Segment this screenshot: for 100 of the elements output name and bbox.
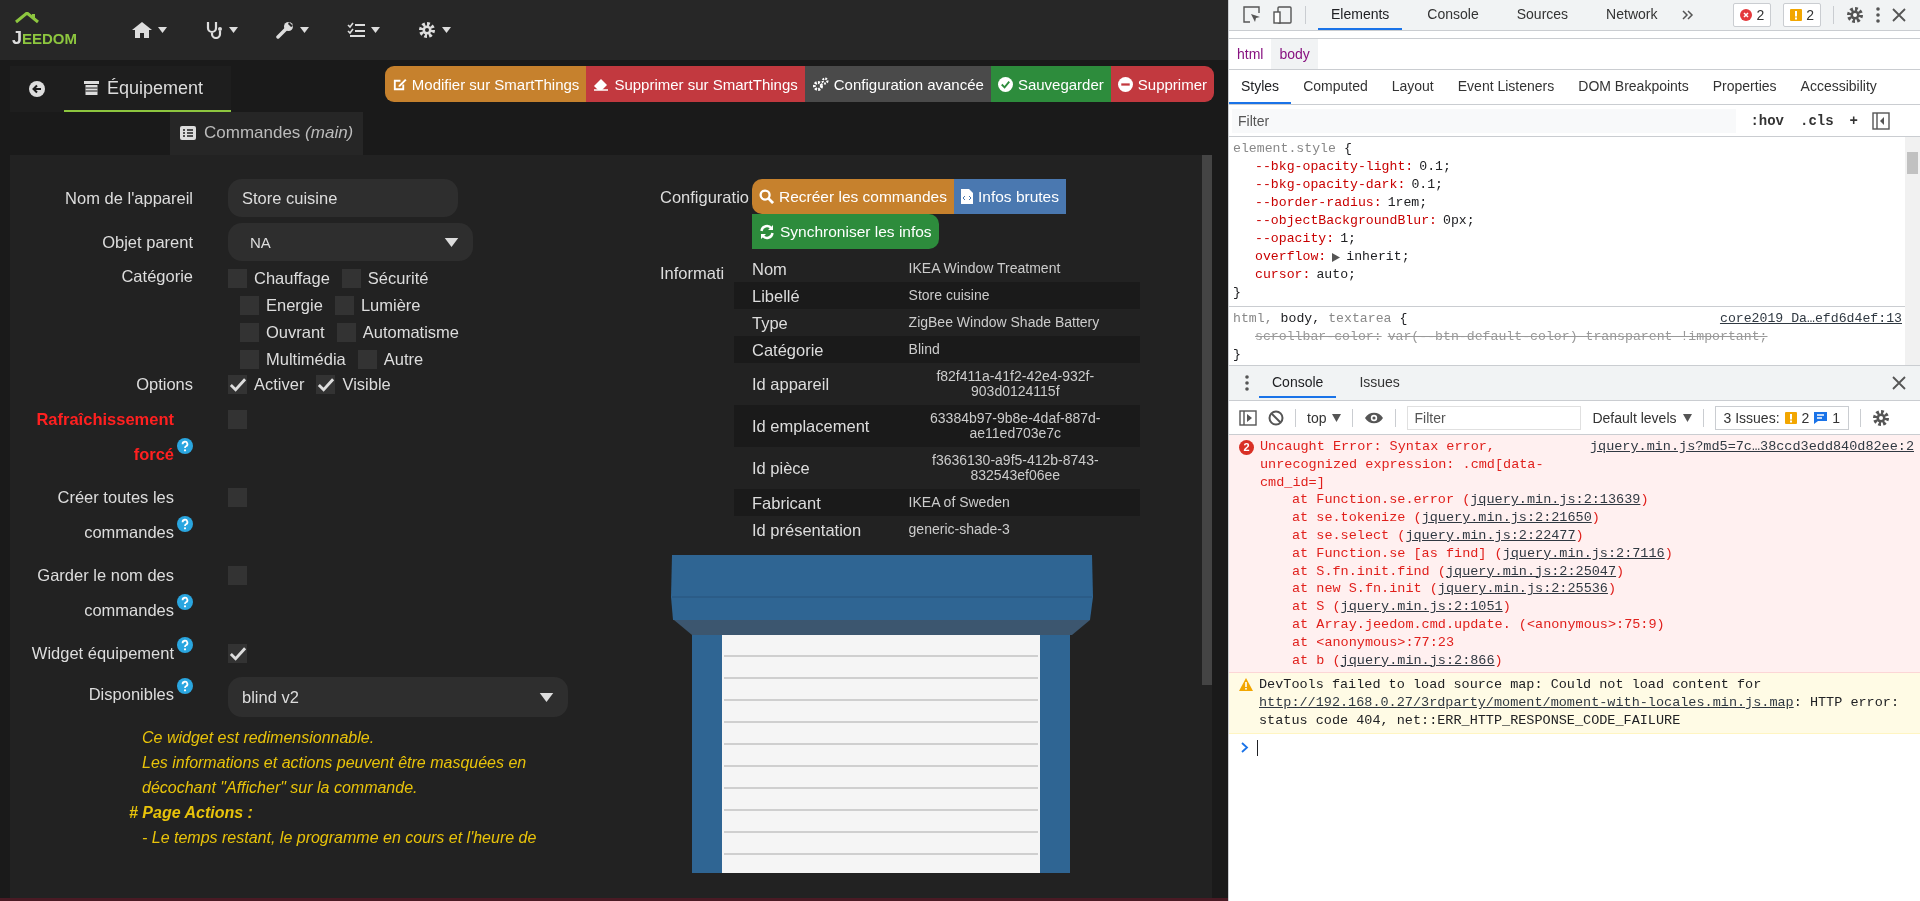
more-options-icon[interactable]	[1876, 7, 1880, 23]
source-link[interactable]: jquery.min.js:2:25047	[1445, 563, 1617, 579]
action-button[interactable]: Sauvegarder	[990, 66, 1111, 102]
caret-icon	[229, 27, 238, 33]
close-icon[interactable]	[1892, 8, 1906, 22]
stack-frame: at new S.fn.init (jquery.min.js:2:25536)	[1260, 580, 1914, 599]
back-button[interactable]	[10, 66, 64, 112]
css-value: 1rem;	[1387, 194, 1428, 212]
field-label: Garder le nom des commandes	[36, 565, 174, 621]
scrollbar[interactable]	[1202, 155, 1212, 685]
dropdown[interactable]: NA	[228, 223, 473, 261]
source-link[interactable]: jquery.min.js:2:866	[1340, 652, 1495, 668]
action-button[interactable]: Infos brutes	[954, 179, 1066, 214]
toolbar-button[interactable]: .cls	[1798, 112, 1836, 129]
filter-field[interactable]: Filter	[1407, 405, 1582, 430]
css-selector: {	[1343, 140, 1352, 158]
inspect-icon[interactable]	[1243, 6, 1261, 24]
scrollbar[interactable]	[1905, 137, 1920, 365]
table-cell: Nom	[734, 255, 891, 282]
action-button[interactable]: Synchroniser les infos	[752, 214, 939, 249]
checkbox-label: Multimédia	[266, 350, 346, 369]
source-link[interactable]: jquery.min.js:2:21650	[1421, 510, 1592, 526]
checkbox[interactable]	[316, 375, 336, 394]
drawer-tab[interactable]: Console	[1259, 368, 1337, 398]
more-options-icon[interactable]	[1245, 375, 1249, 391]
check-circle-icon	[997, 76, 1013, 92]
eraser-icon	[593, 77, 610, 91]
pane-tab[interactable]: Properties	[1700, 70, 1789, 104]
field-label: Objet parent	[101, 232, 193, 252]
sidebar-toggle-icon[interactable]	[1239, 409, 1257, 426]
tab[interactable]: Commandes (main)	[170, 112, 364, 155]
pane-tab[interactable]: Computed	[1291, 70, 1380, 104]
pane-tab[interactable]: DOM Breakpoints	[1566, 70, 1701, 104]
sidebar-toggle-icon[interactable]	[1872, 111, 1890, 130]
table-cell: Id emplacement	[734, 405, 891, 447]
toolbar-button[interactable]: +	[1847, 112, 1860, 129]
help-icon[interactable]	[177, 516, 193, 532]
devtools-tab[interactable]: Network	[1593, 0, 1671, 30]
help-icon[interactable]	[177, 438, 193, 454]
source-link[interactable]: jquery.min.js?md5=7c…38ccd3edd840d82ee:2	[1589, 438, 1914, 456]
source-link[interactable]: core2019_Da…efd6d4ef:13	[1719, 310, 1902, 328]
source-link[interactable]: jquery.min.js:2:1051	[1340, 599, 1503, 615]
source-link[interactable]: http://192.168.0.27/3rdparty/moment/moment-with-locales.min.js.map	[1259, 695, 1794, 711]
pane-tab[interactable]: Styles	[1229, 70, 1292, 104]
more-tabs-icon[interactable]	[1682, 10, 1695, 20]
close-icon[interactable]	[1892, 376, 1906, 390]
drawer-tab[interactable]: Issues	[1346, 368, 1413, 398]
caret-icon	[539, 692, 554, 702]
stack-frame: at Function.se.error (jquery.min.js:2:13639)	[1260, 491, 1914, 510]
devtools-tab[interactable]: Console	[1414, 0, 1492, 30]
source-link[interactable]: jquery.min.js:2:25536	[1437, 581, 1608, 597]
warning-count-button[interactable]: 2	[1783, 3, 1821, 27]
help-icon[interactable]	[177, 637, 193, 653]
css-value: 0px;	[1443, 212, 1475, 230]
devtools-tab[interactable]: Elements	[1318, 0, 1403, 30]
note-text: Ce widget est redimensionnable.	[142, 728, 376, 748]
error-count-button[interactable]: 2	[1733, 3, 1772, 27]
tab[interactable]: Équipement	[64, 66, 232, 112]
context-dropdown[interactable]: top	[1307, 409, 1342, 426]
action-button[interactable]: Supprimer	[1110, 66, 1214, 102]
checkbox-label: Ouvrant	[266, 323, 325, 342]
stack-frame: at S (jquery.min.js:2:1051)	[1260, 598, 1914, 616]
source-link[interactable]: jquery.min.js:2:22477	[1405, 528, 1576, 543]
source-link[interactable]: jquery.min.js:2:13639	[1470, 492, 1641, 508]
help-icon[interactable]	[177, 678, 193, 694]
breadcrumb-item[interactable]: body	[1271, 39, 1318, 69]
expand-triangle-icon[interactable]	[1332, 252, 1341, 262]
help-icon[interactable]	[177, 594, 193, 610]
breadcrumb-item[interactable]: html	[1229, 39, 1272, 69]
issues-button[interactable]: 3 Issues: 2 1	[1714, 405, 1850, 430]
pane-tab[interactable]: Layout	[1379, 70, 1446, 104]
checkbox[interactable]	[228, 644, 247, 663]
devtools-tab[interactable]: Sources	[1503, 0, 1582, 30]
action-button[interactable]: Configuration avancée	[804, 66, 991, 102]
table-cell: 63384b97-9b8e-4daf-887d-ae11ed703e7c	[890, 405, 1140, 447]
dropdown-triangle-icon	[1682, 413, 1692, 422]
css-property: --border-radius:	[1255, 194, 1382, 212]
clear-console-icon[interactable]	[1268, 409, 1284, 426]
pane-tab[interactable]: Accessibility	[1788, 70, 1889, 104]
source-link[interactable]: jquery.min.js:2:7116	[1502, 545, 1665, 561]
eye-icon[interactable]	[1364, 410, 1385, 425]
text-field[interactable]: Store cuisine	[228, 179, 458, 217]
levels-dropdown[interactable]: Default levels	[1592, 409, 1692, 426]
error-icon	[1740, 9, 1753, 21]
device-toolbar-icon[interactable]	[1273, 6, 1293, 24]
checkbox[interactable]	[228, 375, 247, 394]
settings-icon[interactable]	[1846, 6, 1864, 24]
table-cell: Fabricant	[734, 489, 891, 516]
action-button[interactable]: Supprimer sur SmartThings	[586, 66, 805, 102]
list-icon	[180, 125, 196, 140]
filter-field[interactable]: Filter	[1232, 108, 1737, 133]
field-label: Disponibles	[88, 684, 174, 705]
wrench-icon	[276, 21, 294, 39]
settings-icon[interactable]	[1872, 408, 1891, 427]
toolbar-button[interactable]: :hov	[1748, 112, 1786, 129]
css-selector: html,	[1233, 310, 1273, 328]
file-code-icon	[961, 189, 973, 204]
dropdown[interactable]: blind v2	[228, 677, 568, 717]
stack-frame: at se.tokenize (jquery.min.js:2:21650)	[1260, 509, 1914, 527]
pane-tab[interactable]: Event Listeners	[1445, 70, 1567, 104]
